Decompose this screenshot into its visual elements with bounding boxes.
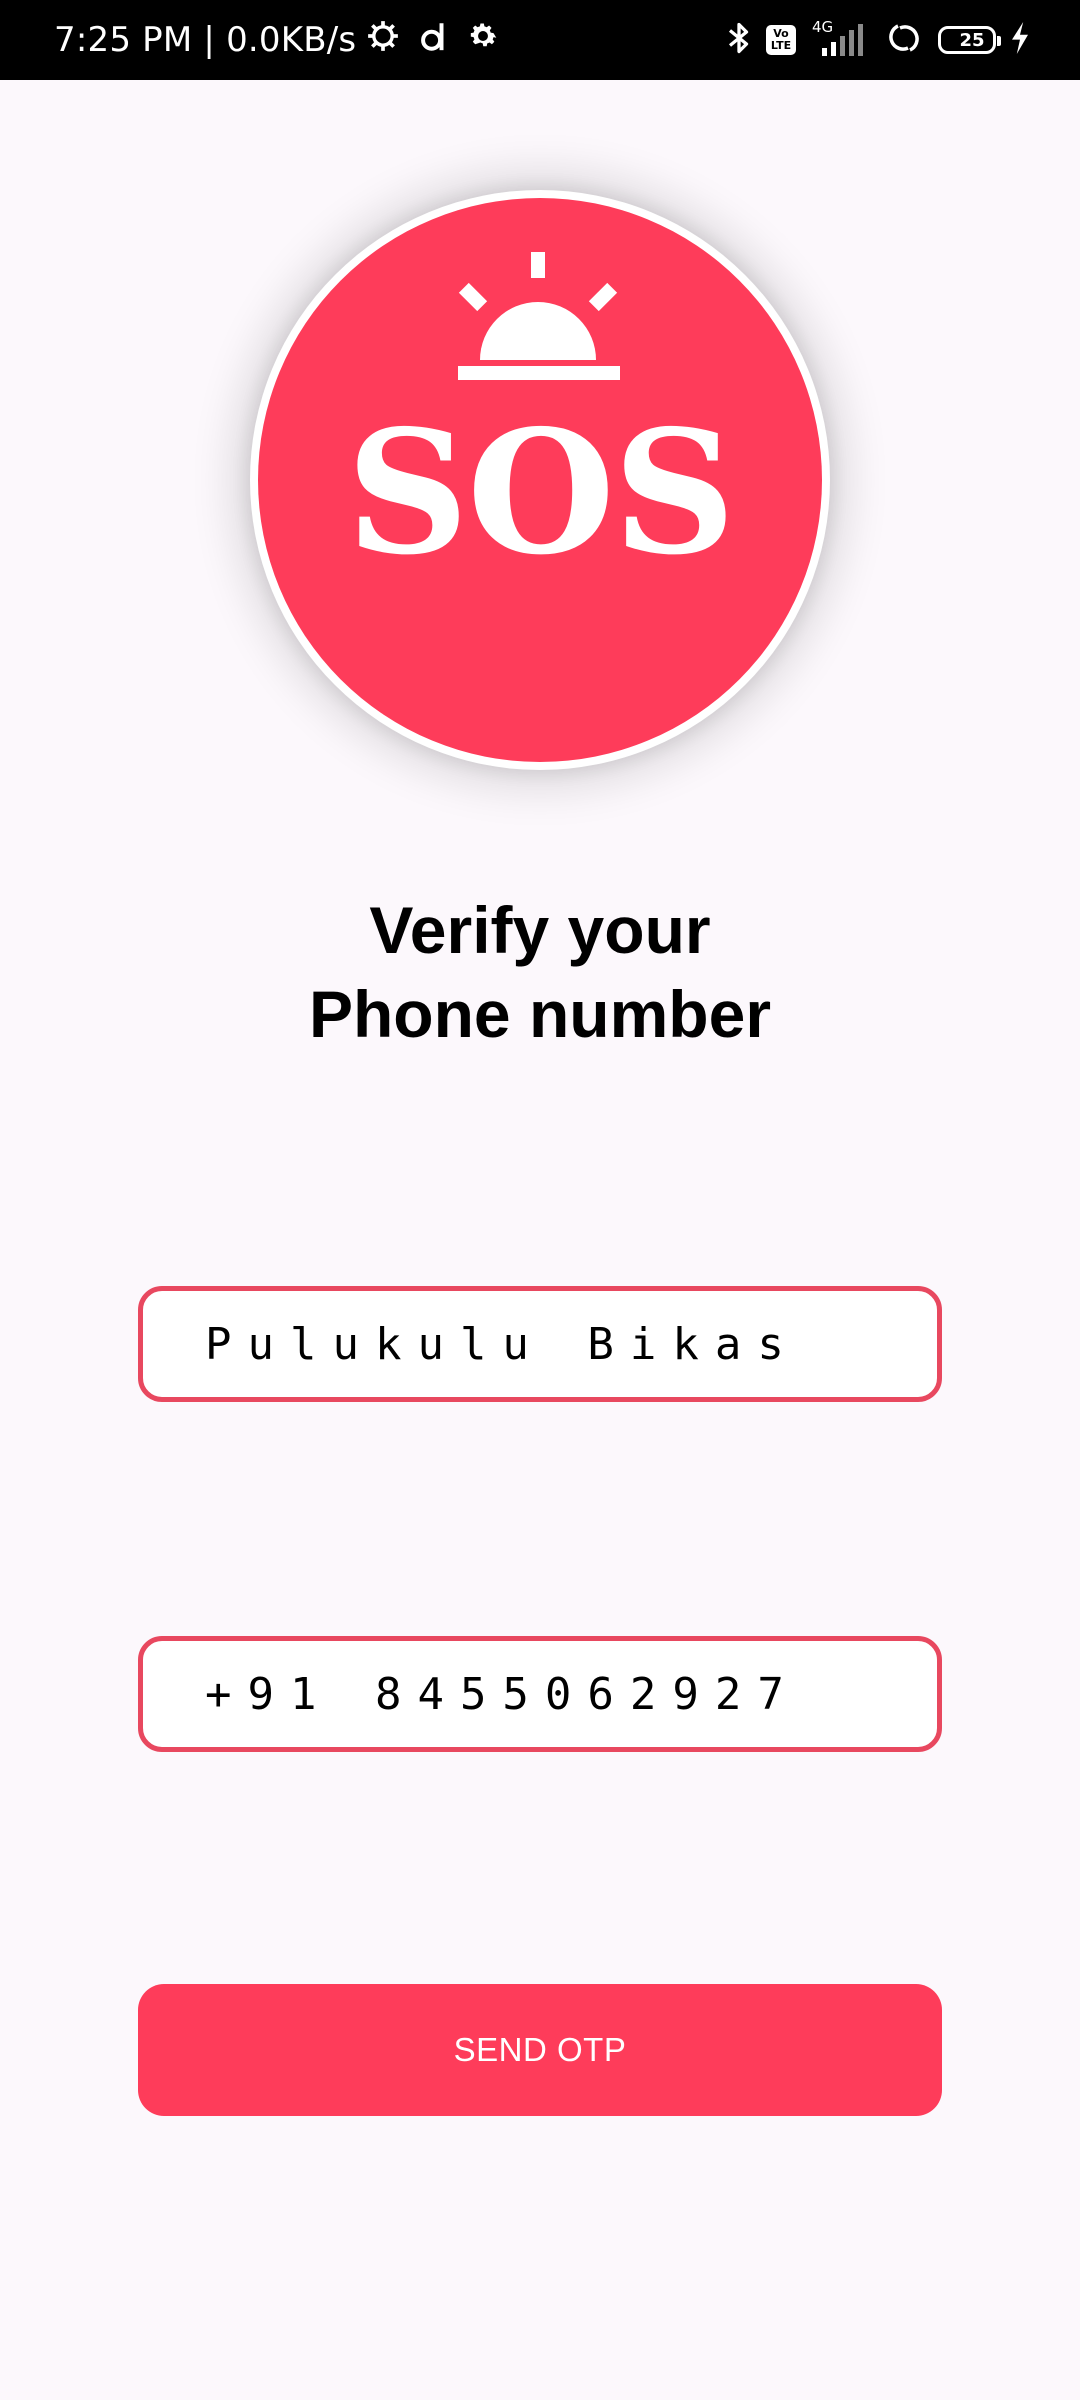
- phone-input[interactable]: [143, 1667, 937, 1721]
- battery-icon: 25: [938, 26, 1001, 54]
- sos-logo-circle: SOS: [258, 198, 822, 762]
- page-title: Verify your Phone number: [0, 888, 1080, 1056]
- volte-icon: Vo LTE: [766, 25, 796, 55]
- status-right: Vo LTE 4G 25: [726, 0, 1030, 80]
- status-bar: 7:25 PM | 0.0KB/s Vo LTE 4G 25: [0, 0, 1080, 80]
- volte-label-bottom: LTE: [770, 39, 792, 52]
- sos-logo: SOS: [250, 190, 830, 770]
- name-field[interactable]: [138, 1286, 942, 1402]
- send-otp-button[interactable]: SEND OTP: [138, 1984, 942, 2116]
- page-title-line-1: Verify your: [369, 893, 711, 967]
- phone-field[interactable]: [138, 1636, 942, 1752]
- settings-gear-icon: [366, 19, 400, 62]
- hotspot-icon: [884, 20, 924, 61]
- status-left: 7:25 PM | 0.0KB/s: [54, 0, 500, 80]
- d-app-icon: [418, 19, 448, 62]
- signal-icon: 4G: [810, 18, 870, 60]
- bluetooth-icon: [726, 20, 752, 61]
- page-title-line-2: Phone number: [308, 977, 772, 1051]
- sos-logo-text: SOS: [346, 393, 736, 593]
- name-input[interactable]: [143, 1317, 937, 1371]
- battery-level: 25: [959, 29, 985, 51]
- gear-icon: [466, 19, 500, 62]
- status-time-speed: 7:25 PM | 0.0KB/s: [54, 20, 357, 60]
- charging-icon: [1010, 21, 1030, 59]
